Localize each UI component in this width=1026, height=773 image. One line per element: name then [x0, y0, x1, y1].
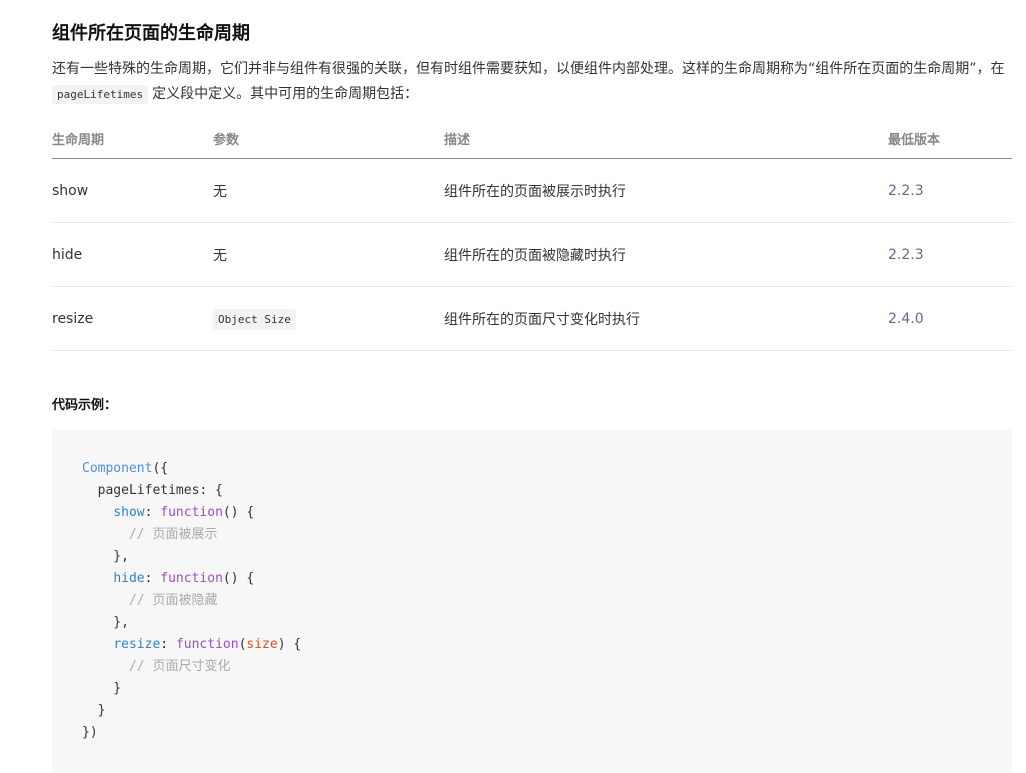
- version-link[interactable]: 2.2.3: [888, 222, 1012, 287]
- intro-text-2: 定义段中定义。其中可用的生命周期包括：: [152, 86, 419, 102]
- header-description: 描述: [444, 118, 888, 159]
- code-comment-resize: // 页面尺寸变化: [128, 659, 231, 674]
- code-function-kw: function: [175, 637, 239, 652]
- version-link[interactable]: 2.4.0: [888, 286, 1012, 351]
- lifecycle-param-code: Object Size: [213, 308, 296, 330]
- code-function-kw: function: [160, 505, 223, 520]
- lifecycle-name: show: [52, 158, 213, 223]
- lifecycle-desc: 组件所在的页面被展示时执行: [444, 158, 888, 223]
- header-min-version: 最低版本: [888, 118, 1012, 159]
- section-heading: 组件所在页面的生命周期: [52, 23, 250, 44]
- code-comment-hide: // 页面被隐藏: [128, 593, 218, 608]
- code-hide: hide: [113, 571, 145, 586]
- header-params: 参数: [213, 118, 444, 159]
- code-block[interactable]: Component({ pageLifetimes: { show: funct…: [52, 430, 1012, 773]
- lifecycle-param: 无: [213, 158, 444, 223]
- code-size-param: size: [246, 637, 278, 652]
- table-row: resize Object Size 组件所在的页面尺寸变化时执行 2.4.0: [52, 286, 1012, 351]
- code-function-kw: function: [160, 571, 223, 586]
- header-lifecycle: 生命周期: [52, 118, 213, 159]
- lifecycle-param: 无: [213, 222, 444, 287]
- table-row: show 无 组件所在的页面被展示时执行 2.2.3: [52, 158, 1012, 223]
- intro-text-1: 还有一些特殊的生命周期，它们并非与组件有很强的关联，但有时组件需要获知，以便组件…: [52, 61, 1005, 77]
- version-link[interactable]: 2.2.3: [888, 158, 1012, 223]
- intro-paragraph: 还有一些特殊的生命周期，它们并非与组件有很强的关联，但有时组件需要获知，以便组件…: [52, 58, 1014, 106]
- inline-code-pagelifetimes: pageLifetimes: [52, 85, 149, 104]
- lifecycle-name: resize: [52, 286, 213, 351]
- code-resize: resize: [113, 637, 161, 652]
- lifecycle-param-cell: Object Size: [213, 286, 444, 351]
- lifecycle-name: hide: [52, 222, 213, 287]
- lifecycle-desc: 组件所在的页面尺寸变化时执行: [444, 286, 888, 351]
- code-content: Component({ pageLifetimes: { show: funct…: [82, 461, 302, 740]
- table-row: hide 无 组件所在的页面被隐藏时执行 2.2.3: [52, 222, 1012, 287]
- code-component: Component: [82, 461, 153, 476]
- code-example-title: 代码示例：: [52, 398, 118, 413]
- table-header-row: 生命周期 参数 描述 最低版本: [52, 118, 1012, 159]
- lifecycle-desc: 组件所在的页面被隐藏时执行: [444, 222, 888, 287]
- doc-page: 组件所在页面的生命周期 还有一些特殊的生命周期，它们并非与组件有很强的关联，但有…: [0, 0, 1026, 773]
- code-show: show: [113, 505, 145, 520]
- code-pagelifetimes: pageLifetimes: [97, 483, 200, 498]
- code-comment-show: // 页面被展示: [128, 527, 218, 542]
- lifecycle-table: 生命周期 参数 描述 最低版本 show 无 组件所在的页面被展示时执行 2.2…: [52, 118, 1012, 351]
